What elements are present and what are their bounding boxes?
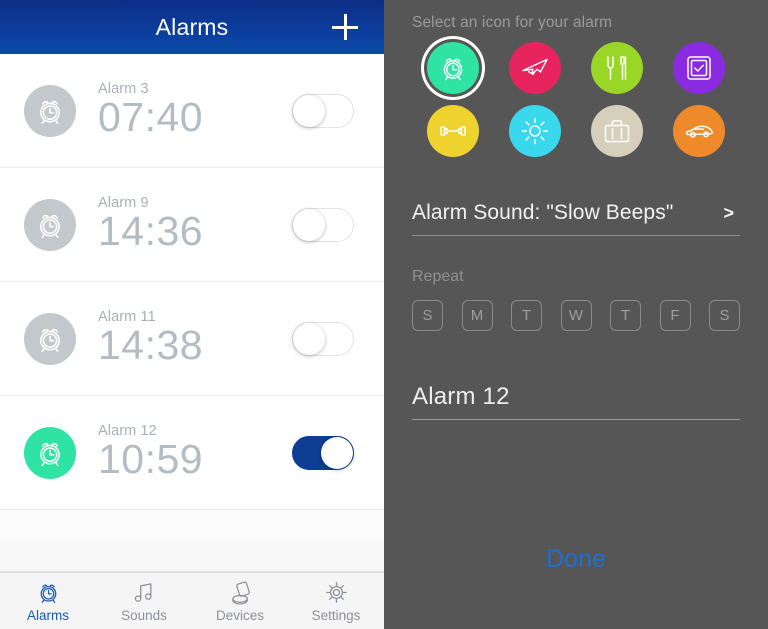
repeat-day[interactable]: M (461, 300, 493, 331)
alarm-time: 14:38 (98, 321, 204, 368)
repeat-label: Repeat (412, 268, 464, 285)
alarm-toggle[interactable] (292, 207, 354, 242)
tab-label: Sounds (121, 608, 167, 623)
alarm-time: 07:40 (98, 93, 204, 140)
alarm-name-input[interactable]: Alarm 12 (412, 383, 740, 420)
repeat-day[interactable]: W (560, 300, 592, 331)
alarm-info: Alarm 12 10:59 (98, 423, 203, 483)
devices-icon (227, 579, 254, 606)
alarm-sound-row[interactable]: Alarm Sound: "Slow Beeps" > (412, 201, 740, 236)
alarm-toggle[interactable] (292, 93, 354, 128)
alarm-time: 14:36 (98, 207, 204, 254)
sun-icon (519, 115, 551, 147)
repeat-day[interactable]: T (610, 300, 641, 331)
list-empty-area (0, 540, 384, 572)
alarm-time: 10:59 (98, 435, 204, 482)
tab-alarms[interactable]: Alarms (0, 573, 96, 629)
alarms-list-screen: Alarms Alarm 3 07:40 Alarm 9 14:36 Alarm 11 1… (0, 0, 384, 629)
car-icon (683, 115, 715, 147)
gear-icon (323, 579, 350, 606)
icon-option-sun[interactable] (509, 105, 561, 157)
briefcase-icon (601, 115, 633, 147)
alarm-row[interactable]: Alarm 11 14:38 (0, 282, 384, 396)
icon-picker-hint: Select an icon for your alarm (412, 14, 613, 31)
repeat-day[interactable]: F (659, 300, 691, 331)
cutlery-icon (601, 52, 633, 84)
tab-devices[interactable]: Devices (192, 573, 288, 629)
alarm-row[interactable]: Alarm 3 07:40 (0, 54, 384, 168)
checkbox-icon (683, 52, 715, 84)
page-title: Alarms (155, 13, 229, 40)
icon-option-airplane[interactable] (509, 42, 561, 94)
alarm-row[interactable]: Alarm 9 14:36 (0, 168, 384, 282)
alarm-clock-icon (35, 579, 62, 606)
music-note-icon (131, 579, 158, 606)
tab-label: Settings (311, 608, 361, 623)
icon-option-cutlery[interactable] (591, 42, 643, 94)
toggle-knob (321, 436, 353, 469)
icon-picker-grid (412, 42, 740, 157)
icon-option-briefcase[interactable] (591, 105, 643, 157)
icon-option-checkbox[interactable] (673, 42, 725, 94)
navigation-bar: Alarms (0, 0, 384, 54)
app-screen: Alarms Alarm 3 07:40 Alarm 9 14:36 Alarm 11 1… (0, 0, 768, 629)
alarm-info: Alarm 11 14:38 (98, 309, 203, 369)
tab-label: Alarms (26, 608, 69, 623)
icon-option-alarm-clock[interactable] (427, 42, 479, 94)
alarm-clock-icon (24, 84, 76, 137)
tab-bar: Alarms Sounds Devices Settings (0, 572, 384, 629)
alarm-toggle[interactable] (292, 321, 354, 356)
chevron-right-icon: > (723, 202, 734, 223)
tab-label: Devices (215, 608, 264, 623)
repeat-day[interactable]: T (511, 300, 542, 331)
icon-option-dumbbell[interactable] (427, 105, 479, 157)
done-button[interactable]: Done (384, 545, 768, 574)
repeat-day[interactable]: S (709, 300, 740, 331)
alarm-toggle[interactable] (292, 435, 354, 470)
alarm-info: Alarm 9 14:36 (98, 195, 203, 255)
alarm-clock-icon (24, 198, 76, 251)
alarm-editor-screen: Select an icon for your alarm Alarm Soun… (384, 0, 768, 629)
alarm-info: Alarm 3 07:40 (98, 81, 203, 141)
alarm-clock-icon (437, 52, 469, 84)
toggle-knob (293, 322, 325, 355)
add-alarm-button[interactable] (332, 14, 358, 40)
icon-option-car[interactable] (673, 105, 725, 157)
alarm-clock-icon (24, 426, 76, 479)
alarm-row[interactable]: Alarm 12 10:59 (0, 396, 384, 510)
alarm-clock-icon (24, 312, 76, 365)
alarm-list: Alarm 3 07:40 Alarm 9 14:36 Alarm 11 14:38 Ala… (0, 54, 384, 541)
toggle-knob (293, 94, 325, 127)
toggle-knob (293, 208, 325, 241)
tab-sounds[interactable]: Sounds (96, 573, 192, 629)
tab-settings[interactable]: Settings (288, 573, 384, 629)
repeat-day[interactable]: S (412, 300, 443, 331)
repeat-days: SMTWTFS (412, 300, 740, 331)
airplane-icon (519, 52, 551, 84)
alarm-sound-label: Alarm Sound: "Slow Beeps" (412, 201, 674, 224)
dumbbell-icon (437, 115, 469, 147)
